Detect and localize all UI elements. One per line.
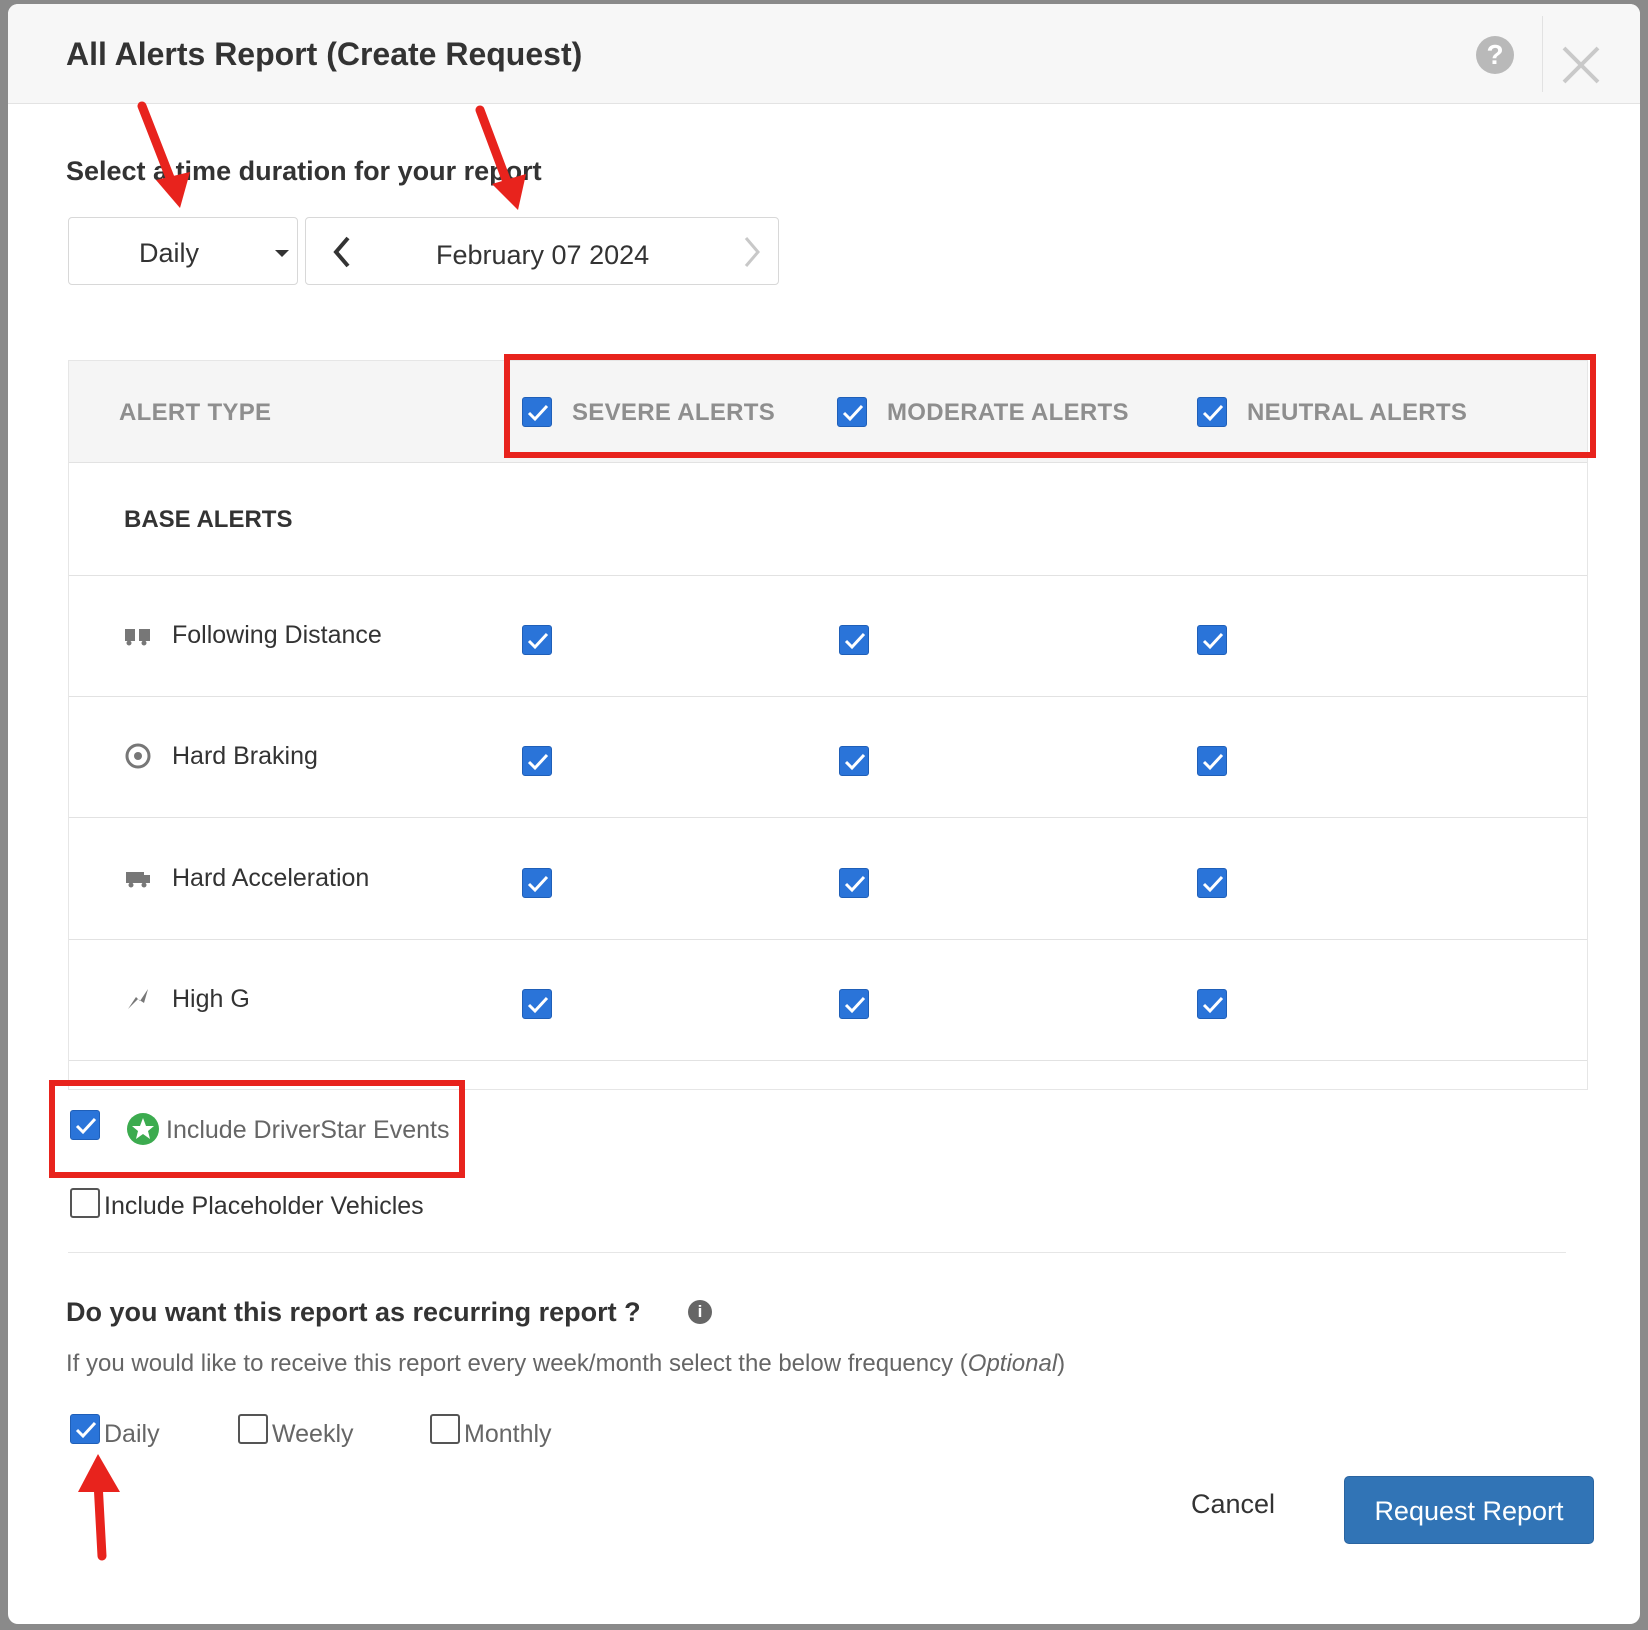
placeholder-vehicles-checkbox[interactable] [70, 1188, 100, 1218]
neutral-checkbox[interactable] [1197, 989, 1227, 1019]
neutral-checkbox[interactable] [1197, 746, 1227, 776]
high-g-icon [128, 989, 148, 1009]
severe-checkbox[interactable] [522, 989, 552, 1019]
severe-checkbox[interactable] [522, 868, 552, 898]
frequency-value: Daily [139, 238, 200, 268]
moderate-checkbox[interactable] [839, 868, 869, 898]
row-label: High G [172, 985, 250, 1013]
caret-down-icon [275, 250, 289, 257]
cancel-button[interactable]: Cancel [1178, 1474, 1288, 1534]
header-divider [1542, 16, 1543, 92]
hard-braking-icon [125, 743, 151, 769]
date-navigator: February 07 2024 [305, 217, 779, 285]
severe-checkbox[interactable] [522, 746, 552, 776]
recurring-daily-label: Daily [104, 1420, 160, 1448]
recurring-monthly-label: Monthly [464, 1420, 552, 1448]
row-label: Hard Braking [172, 742, 318, 770]
group-row: BASE ALERTS [69, 464, 1587, 576]
alerts-report-modal: All Alerts Report (Create Request) ? Sel… [8, 4, 1640, 1624]
severe-checkbox[interactable] [522, 625, 552, 655]
annotation-arrow-daily [78, 1454, 120, 1561]
row-label: Following Distance [172, 621, 382, 649]
chevron-right-icon[interactable] [736, 234, 766, 270]
alert-type-table: ALERT TYPE SEVERE ALERTS MODERATE ALERTS… [68, 360, 1588, 1090]
table-row: Hard Braking [69, 698, 1587, 818]
recurring-daily-checkbox[interactable] [70, 1414, 100, 1444]
annotation-arrow-date [475, 105, 526, 210]
date-value: February 07 2024 [436, 240, 650, 270]
following-distance-icon [125, 629, 150, 646]
hard-acceleration-icon [126, 872, 150, 888]
moderate-checkbox[interactable] [839, 625, 869, 655]
recurring-weekly-checkbox[interactable] [238, 1414, 268, 1444]
frequency-select[interactable]: Daily [68, 217, 298, 285]
recurring-help-text: If you would like to receive this report… [66, 1350, 1066, 1377]
row-label: Hard Acceleration [172, 864, 370, 892]
header-alert-type: ALERT TYPE [119, 399, 272, 426]
placeholder-vehicles-label: Include Placeholder Vehicles [104, 1192, 424, 1220]
neutral-checkbox[interactable] [1197, 625, 1227, 655]
table-row: Following Distance [69, 577, 1587, 697]
group-label: BASE ALERTS [124, 506, 293, 533]
table-row: Hard Acceleration [69, 820, 1587, 940]
moderate-checkbox[interactable] [839, 746, 869, 776]
section-divider [68, 1252, 1566, 1253]
modal-title: All Alerts Report (Create Request) [66, 36, 583, 72]
request-report-button[interactable]: Request Report [1344, 1476, 1594, 1544]
modal-header: All Alerts Report (Create Request) ? [8, 4, 1640, 104]
annotation-box-alert-columns [504, 354, 1596, 458]
close-icon[interactable] [1560, 44, 1602, 86]
scrollbar-track[interactable] [1587, 463, 1588, 1090]
table-row: High G [69, 941, 1587, 1061]
moderate-checkbox[interactable] [839, 989, 869, 1019]
info-icon[interactable]: i [688, 1300, 712, 1324]
neutral-checkbox[interactable] [1197, 868, 1227, 898]
recurring-weekly-label: Weekly [272, 1420, 354, 1448]
annotation-box-driverstar [49, 1080, 465, 1178]
annotation-arrow-frequency [137, 101, 190, 208]
help-icon[interactable]: ? [1476, 36, 1514, 74]
recurring-monthly-checkbox[interactable] [430, 1414, 460, 1444]
optional-label: Optional [967, 1350, 1058, 1377]
scrollbar-thumb[interactable] [1587, 463, 1588, 621]
chevron-left-icon[interactable] [328, 234, 358, 270]
recurring-question: Do you want this report as recurring rep… [66, 1297, 641, 1327]
